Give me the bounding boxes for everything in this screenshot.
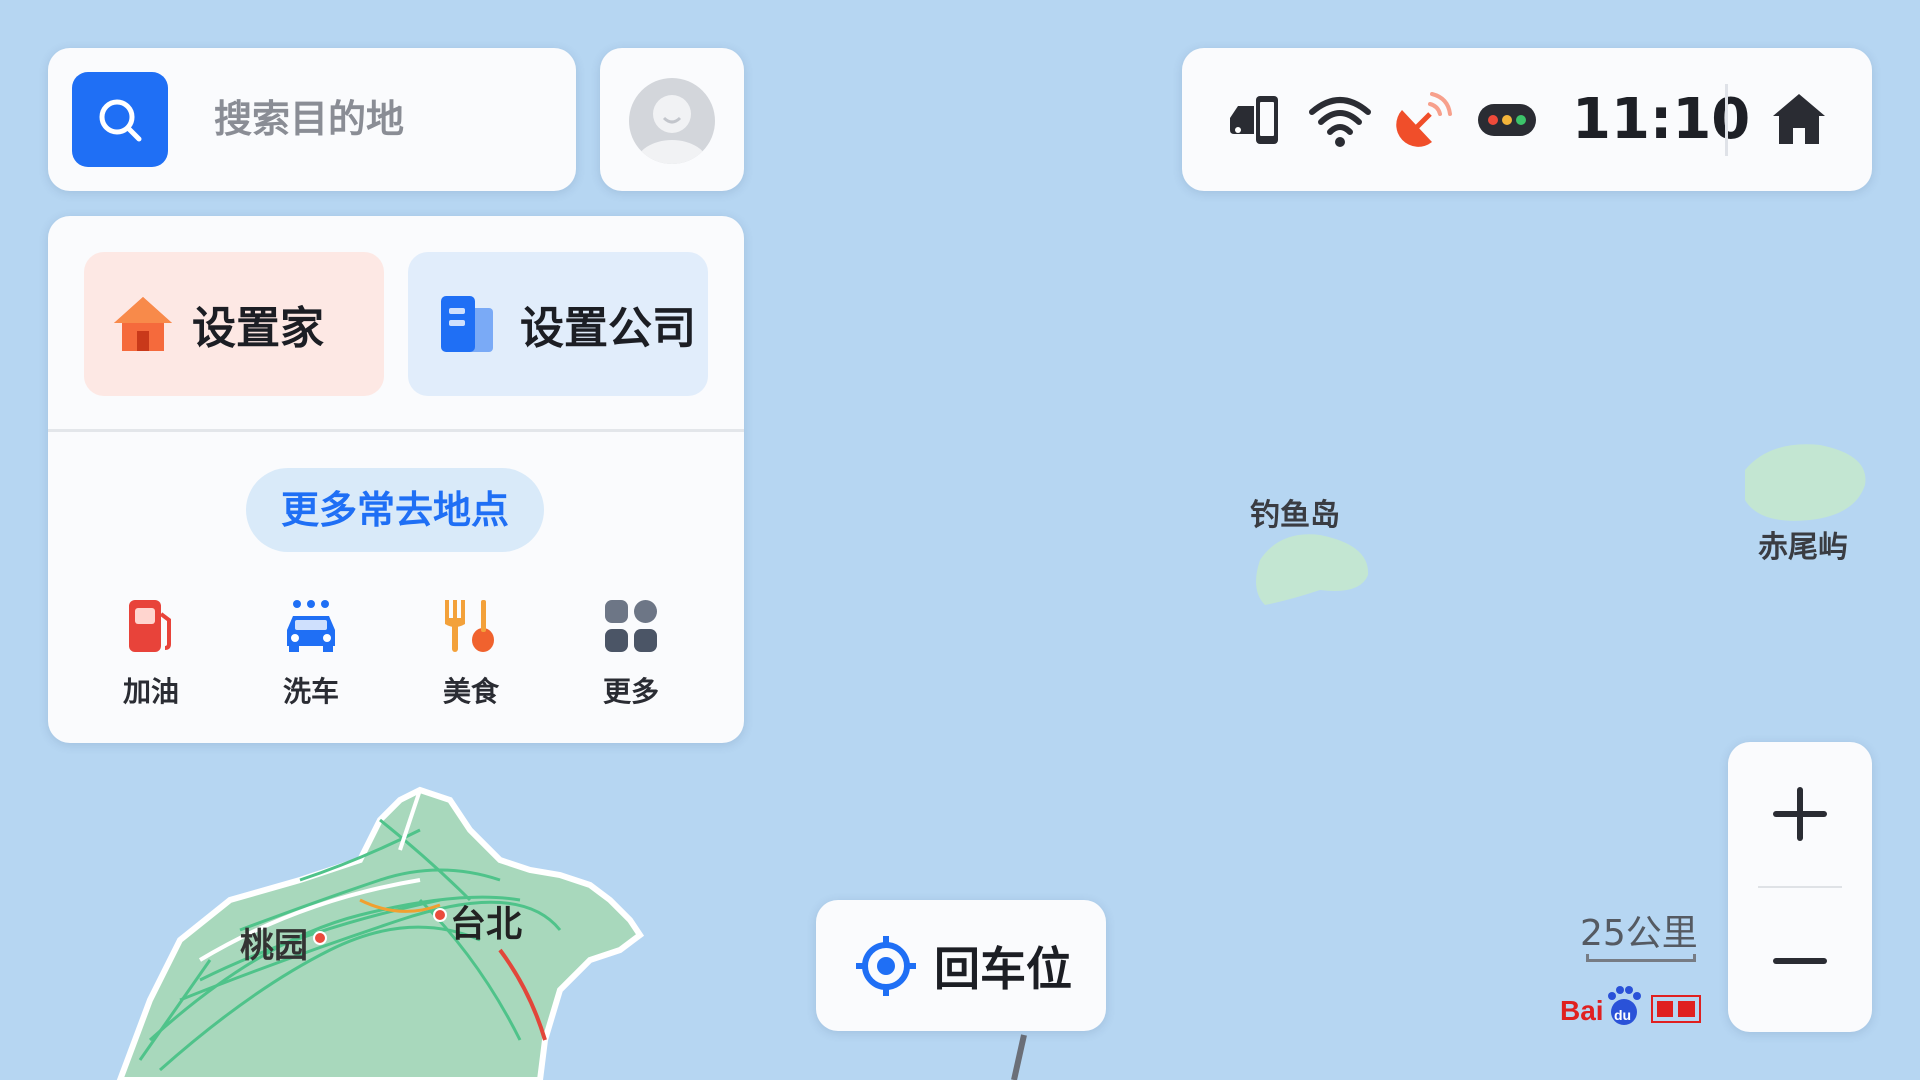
category-gas-label: 加油 bbox=[122, 675, 179, 708]
phone-car-connect-icon[interactable] bbox=[1224, 90, 1284, 150]
svg-text:Bai: Bai bbox=[1560, 995, 1604, 1026]
plus-icon bbox=[1773, 786, 1827, 841]
baidu-map-logo: Bai du bbox=[1560, 986, 1701, 1026]
gps-signal-icon[interactable] bbox=[1394, 90, 1454, 150]
svg-text:du: du bbox=[1614, 1007, 1631, 1023]
search-button[interactable] bbox=[72, 72, 168, 167]
category-food[interactable]: 美食 bbox=[416, 596, 526, 710]
zoom-control bbox=[1728, 742, 1872, 1032]
map-label-diaoyu[interactable]: 钓鱼岛 bbox=[1250, 490, 1340, 534]
category-gas[interactable]: 加油 bbox=[96, 596, 206, 710]
home-button[interactable] bbox=[1766, 86, 1832, 152]
zoom-divider bbox=[1758, 886, 1842, 888]
diaoyu-island bbox=[1256, 534, 1369, 605]
taipei-marker bbox=[433, 908, 447, 922]
zoom-out-button[interactable] bbox=[1728, 889, 1872, 1032]
food-icon bbox=[445, 600, 494, 652]
house-icon bbox=[114, 297, 172, 351]
category-car-wash[interactable]: 洗车 bbox=[256, 596, 366, 710]
category-food-label: 美食 bbox=[442, 675, 499, 708]
map-scale-bar bbox=[1586, 954, 1696, 962]
user-avatar-button[interactable] bbox=[600, 48, 744, 191]
route-line bbox=[1011, 1034, 1027, 1080]
minus-icon bbox=[1773, 957, 1827, 964]
quick-access-panel: 设置家 设置公司 更多常去地点 加油 洗车 美食 更多 bbox=[48, 216, 744, 743]
chiwei-island bbox=[1745, 444, 1866, 521]
search-input[interactable]: 搜索目的地 bbox=[214, 48, 404, 191]
return-to-car-label: 回车位 bbox=[934, 941, 1072, 996]
status-divider bbox=[1725, 84, 1728, 156]
set-company-label: 设置公司 bbox=[520, 303, 696, 354]
set-company-button[interactable]: 设置公司 bbox=[408, 252, 708, 396]
set-home-label: 设置家 bbox=[192, 303, 324, 354]
gas-station-icon bbox=[129, 600, 171, 652]
zoom-in-button[interactable] bbox=[1728, 742, 1872, 885]
grid-more-icon bbox=[605, 600, 657, 652]
office-building-icon bbox=[441, 296, 493, 352]
home-icon bbox=[1773, 94, 1825, 144]
car-wash-icon bbox=[287, 600, 335, 652]
category-more-label: 更多 bbox=[602, 675, 659, 708]
map-label-taipei[interactable]: 台北 bbox=[450, 895, 522, 947]
search-icon bbox=[99, 99, 142, 141]
clock-time: 11:10 bbox=[1572, 87, 1751, 152]
panel-divider bbox=[48, 429, 744, 432]
status-bar: 11:10 bbox=[1182, 48, 1872, 191]
more-frequent-places-button[interactable]: 更多常去地点 bbox=[246, 468, 544, 552]
map-label-taoyuan[interactable]: 桃园 bbox=[240, 918, 308, 967]
taoyuan-marker bbox=[313, 931, 327, 945]
category-car-wash-label: 洗车 bbox=[282, 675, 339, 708]
traffic-light-icon[interactable] bbox=[1476, 100, 1538, 140]
wifi-icon[interactable] bbox=[1308, 92, 1372, 148]
map-scale-label: 25公里 bbox=[1580, 913, 1698, 954]
category-more[interactable]: 更多 bbox=[576, 596, 686, 710]
set-home-button[interactable]: 设置家 bbox=[84, 252, 384, 396]
locate-crosshair-icon bbox=[856, 935, 916, 996]
search-bar[interactable]: 搜索目的地 bbox=[48, 48, 576, 191]
map-label-chiwei[interactable]: 赤尾屿 bbox=[1758, 522, 1848, 566]
avatar-icon bbox=[629, 78, 715, 164]
return-to-car-button[interactable]: 回车位 bbox=[816, 900, 1106, 1031]
